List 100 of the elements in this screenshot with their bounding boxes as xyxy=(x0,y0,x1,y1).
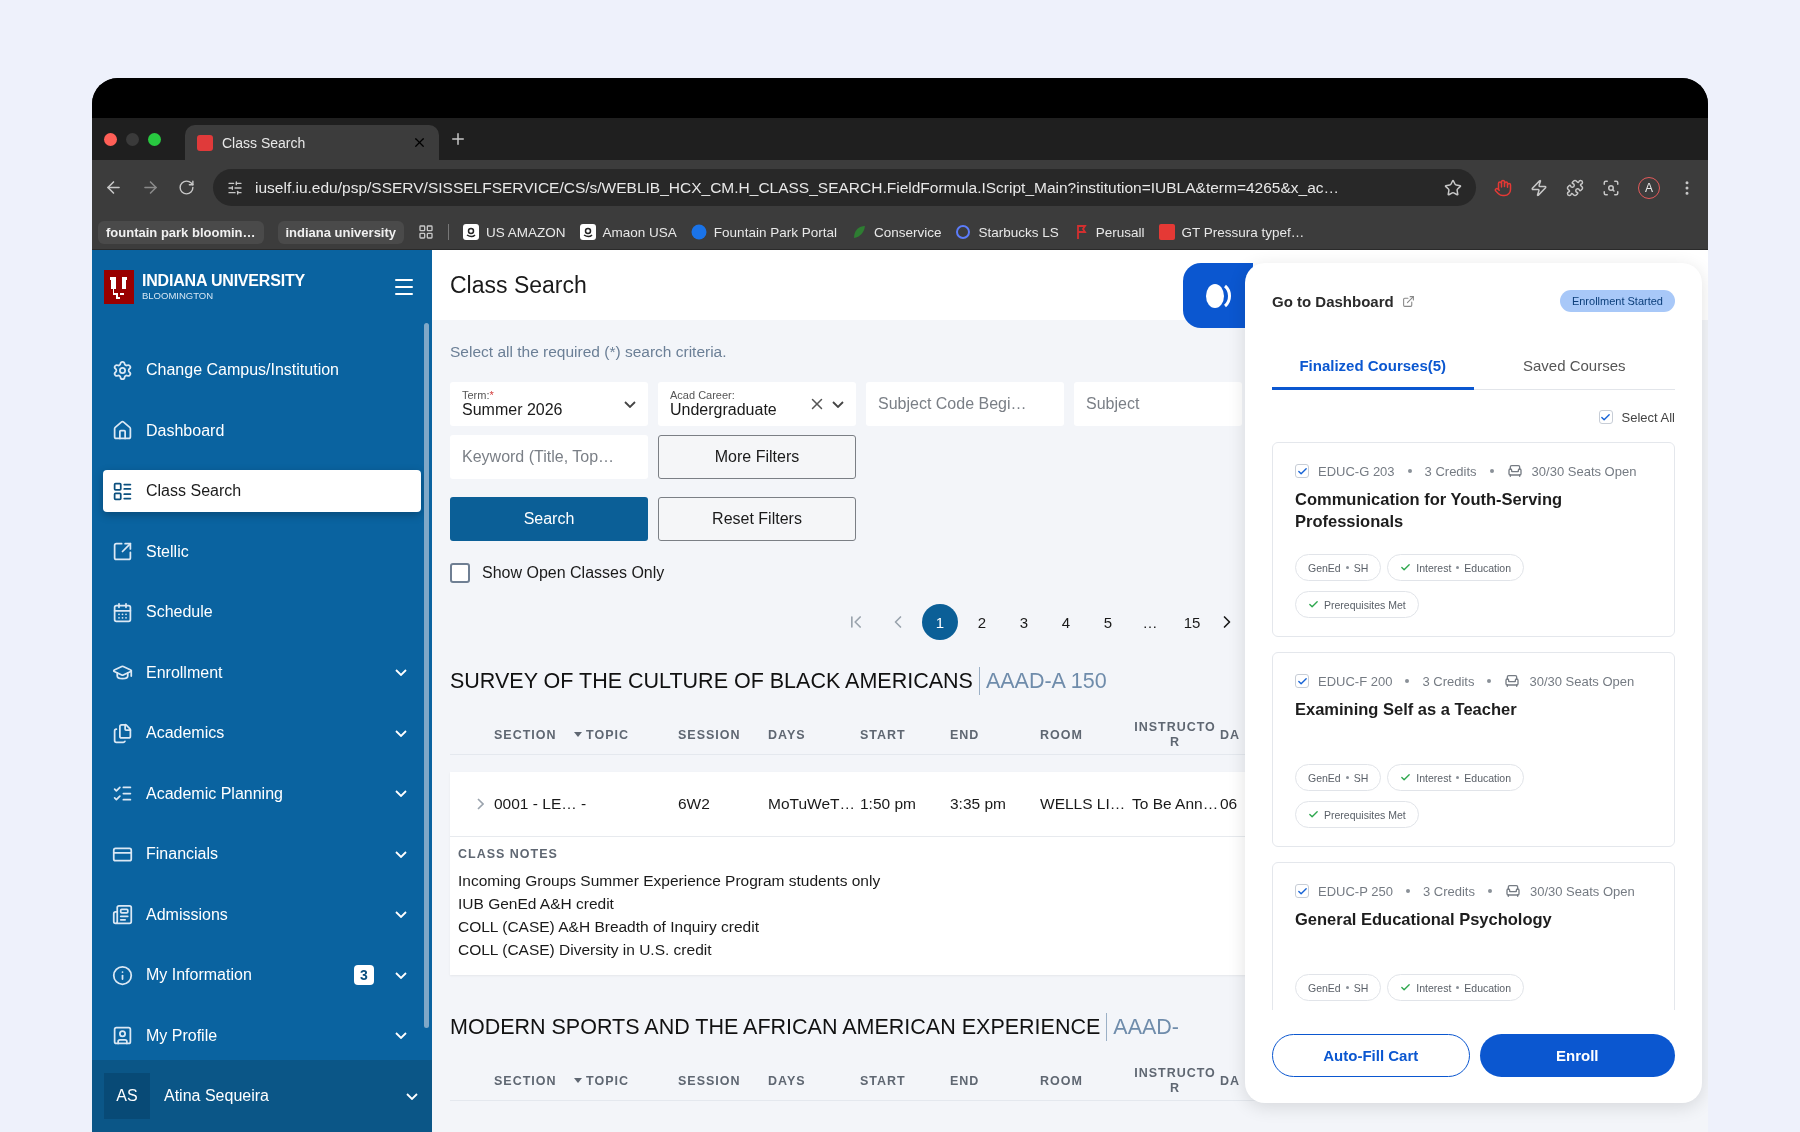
bookmark-link[interactable]: Fountain Park Portal xyxy=(690,224,837,240)
sidebar-item[interactable]: Change Campus/Institution xyxy=(103,349,421,391)
forward-icon[interactable] xyxy=(141,178,160,197)
input-field[interactable]: Keyword (Title, Top… xyxy=(450,435,648,479)
seats-text: 30/30 Seats Open xyxy=(1529,673,1635,689)
auto-fill-button[interactable]: Auto-Fill Cart xyxy=(1272,1034,1470,1077)
course-code: EDUC-G 203 xyxy=(1318,463,1395,479)
external-link-icon xyxy=(112,541,133,562)
page-button[interactable]: 4 xyxy=(1048,604,1084,640)
search-button[interactable]: Search xyxy=(450,497,648,541)
count-badge: 3 xyxy=(354,965,374,985)
page-button[interactable]: 3 xyxy=(1006,604,1042,640)
external-link-icon xyxy=(1401,294,1415,308)
page-button[interactable]: 5 xyxy=(1090,604,1126,640)
close-window-dot[interactable] xyxy=(104,132,117,146)
reload-icon[interactable] xyxy=(178,179,195,196)
enroll-button[interactable]: Enroll xyxy=(1479,1034,1675,1077)
course-checkbox[interactable] xyxy=(1295,674,1309,688)
column-header: END xyxy=(950,727,981,742)
favicon-icon xyxy=(197,134,213,151)
sort-caret-icon xyxy=(574,1078,582,1083)
star-icon[interactable] xyxy=(1444,178,1462,197)
page-button[interactable]: 1 xyxy=(922,604,958,640)
column-header: INSTRUCTOR xyxy=(1133,719,1217,750)
checkbox[interactable] xyxy=(450,563,470,583)
bookmark-group[interactable]: fountain park bloomin… xyxy=(98,220,264,244)
bookmark-link[interactable]: Starbucks LS xyxy=(955,224,1059,240)
course-name: General Educational Psychology xyxy=(1295,909,1553,930)
column-header: START xyxy=(860,1073,907,1088)
dashboard-link[interactable]: Go to Dashboard xyxy=(1272,292,1415,310)
sidebar-item[interactable]: My Information 3 xyxy=(103,954,421,996)
credits-text: 3 Credits xyxy=(1422,883,1475,899)
notes-heading: CLASS NOTES xyxy=(458,847,559,861)
browser-tab[interactable]: Class Search xyxy=(185,125,439,160)
course-checkbox[interactable] xyxy=(1295,884,1309,898)
scrollbar-thumb[interactable] xyxy=(424,323,429,1028)
maximize-window-dot[interactable] xyxy=(148,132,161,146)
sort-caret-icon xyxy=(574,732,582,737)
sidebar-item[interactable]: Dashboard xyxy=(103,409,421,452)
bolt-icon[interactable] xyxy=(1530,178,1548,197)
bookmark-link[interactable]: Perusall xyxy=(1072,224,1145,240)
table-cell: 6W2 xyxy=(678,795,710,813)
reset-button[interactable]: Reset Filters xyxy=(658,497,856,541)
site-settings-icon[interactable] xyxy=(227,179,243,196)
course-code: EDUC-F 200 xyxy=(1318,673,1393,689)
sidebar-item[interactable]: Stellic xyxy=(103,530,421,573)
screen-search-icon[interactable] xyxy=(1602,178,1620,197)
page-button[interactable]: 2 xyxy=(964,604,1000,640)
course-checkbox[interactable] xyxy=(1295,464,1309,478)
column-header[interactable]: TOPIC xyxy=(574,1073,678,1088)
note-text: IUB GenEd A&H credit xyxy=(458,894,615,914)
table-cell: 3:35 pm xyxy=(950,795,1006,813)
extensions-icon[interactable] xyxy=(1566,178,1584,197)
bookmark-link[interactable]: Amaon USA xyxy=(579,224,677,240)
bookmark-link[interactable]: US AMAZON xyxy=(463,224,566,240)
list-icon xyxy=(112,480,133,502)
bookmark-link[interactable]: GT Pressura typef… xyxy=(1158,224,1305,240)
sidebar-item[interactable]: Academic Planning xyxy=(103,772,421,815)
page-button[interactable]: 15 xyxy=(1174,604,1210,640)
sidebar-item[interactable]: Academics xyxy=(103,712,421,754)
address-bar[interactable]: iuself.iu.edu/psp/SSERV/SISSELFSERVICE/CS/s/WEBLIB_HCX_CM.H_CLASS_SEARCH.FieldFormula.IScript_Main?institution=IUBLA&term=4265&x_ac… xyxy=(213,169,1476,206)
panel-tab[interactable]: Saved Courses xyxy=(1473,350,1675,390)
sidebar-item[interactable]: Financials xyxy=(103,833,421,875)
page-title: Class Search xyxy=(450,271,587,299)
column-header: INSTRUCTOR xyxy=(1133,1065,1217,1096)
select-all-checkbox[interactable] xyxy=(1598,410,1613,424)
newspaper-icon xyxy=(112,904,133,925)
bookmark-link[interactable]: Conservice xyxy=(850,224,942,240)
column-header: DAYS xyxy=(768,1073,807,1088)
column-header: ROOM xyxy=(1040,1073,1084,1088)
sidebar-item[interactable]: My Profile xyxy=(103,1014,421,1057)
checkbox-label: Show Open Classes Only xyxy=(482,564,665,582)
seat-icon xyxy=(1506,463,1523,479)
more-filters-button[interactable]: More Filters xyxy=(658,435,856,479)
note-text: COLL (CASE) Diversity in U.S. credit xyxy=(458,940,713,960)
input-field[interactable]: Subject Code Begi… xyxy=(866,382,1064,426)
panel-tab[interactable]: Finalized Courses(5) xyxy=(1272,350,1474,390)
select-field[interactable]: Term:* Summer 2026 xyxy=(450,382,648,426)
page-button[interactable]: … xyxy=(1132,604,1168,640)
hand-icon[interactable] xyxy=(1494,178,1512,197)
apps-grid-icon[interactable] xyxy=(418,224,435,240)
new-tab-icon[interactable] xyxy=(449,130,467,148)
column-header-label: TOPIC xyxy=(586,727,629,742)
chevron-down-icon xyxy=(832,400,844,408)
back-icon[interactable] xyxy=(104,178,123,197)
sidebar-item[interactable]: Admissions xyxy=(103,893,421,936)
course-name: Communication for Youth-Serving Professionals xyxy=(1295,489,1564,532)
sidebar-item[interactable]: Enrollment xyxy=(103,651,421,694)
column-header[interactable]: TOPIC xyxy=(574,727,678,742)
input-field[interactable]: Subject xyxy=(1074,382,1242,426)
sidebar-item[interactable]: Class Search xyxy=(103,470,421,512)
bookmark-group[interactable]: indiana university xyxy=(277,220,405,244)
minimize-window-dot[interactable] xyxy=(126,132,139,146)
select-field[interactable]: Acad Career: Undergraduate xyxy=(658,382,856,426)
sidebar-item[interactable]: Schedule xyxy=(103,591,421,633)
select-all-label: Select All xyxy=(1621,409,1675,425)
circle-icon xyxy=(690,224,707,240)
rounded-square-icon xyxy=(579,224,596,240)
user-menu[interactable]: AS Atina Sequeira xyxy=(92,1060,432,1132)
expand-icon[interactable] xyxy=(477,798,484,810)
